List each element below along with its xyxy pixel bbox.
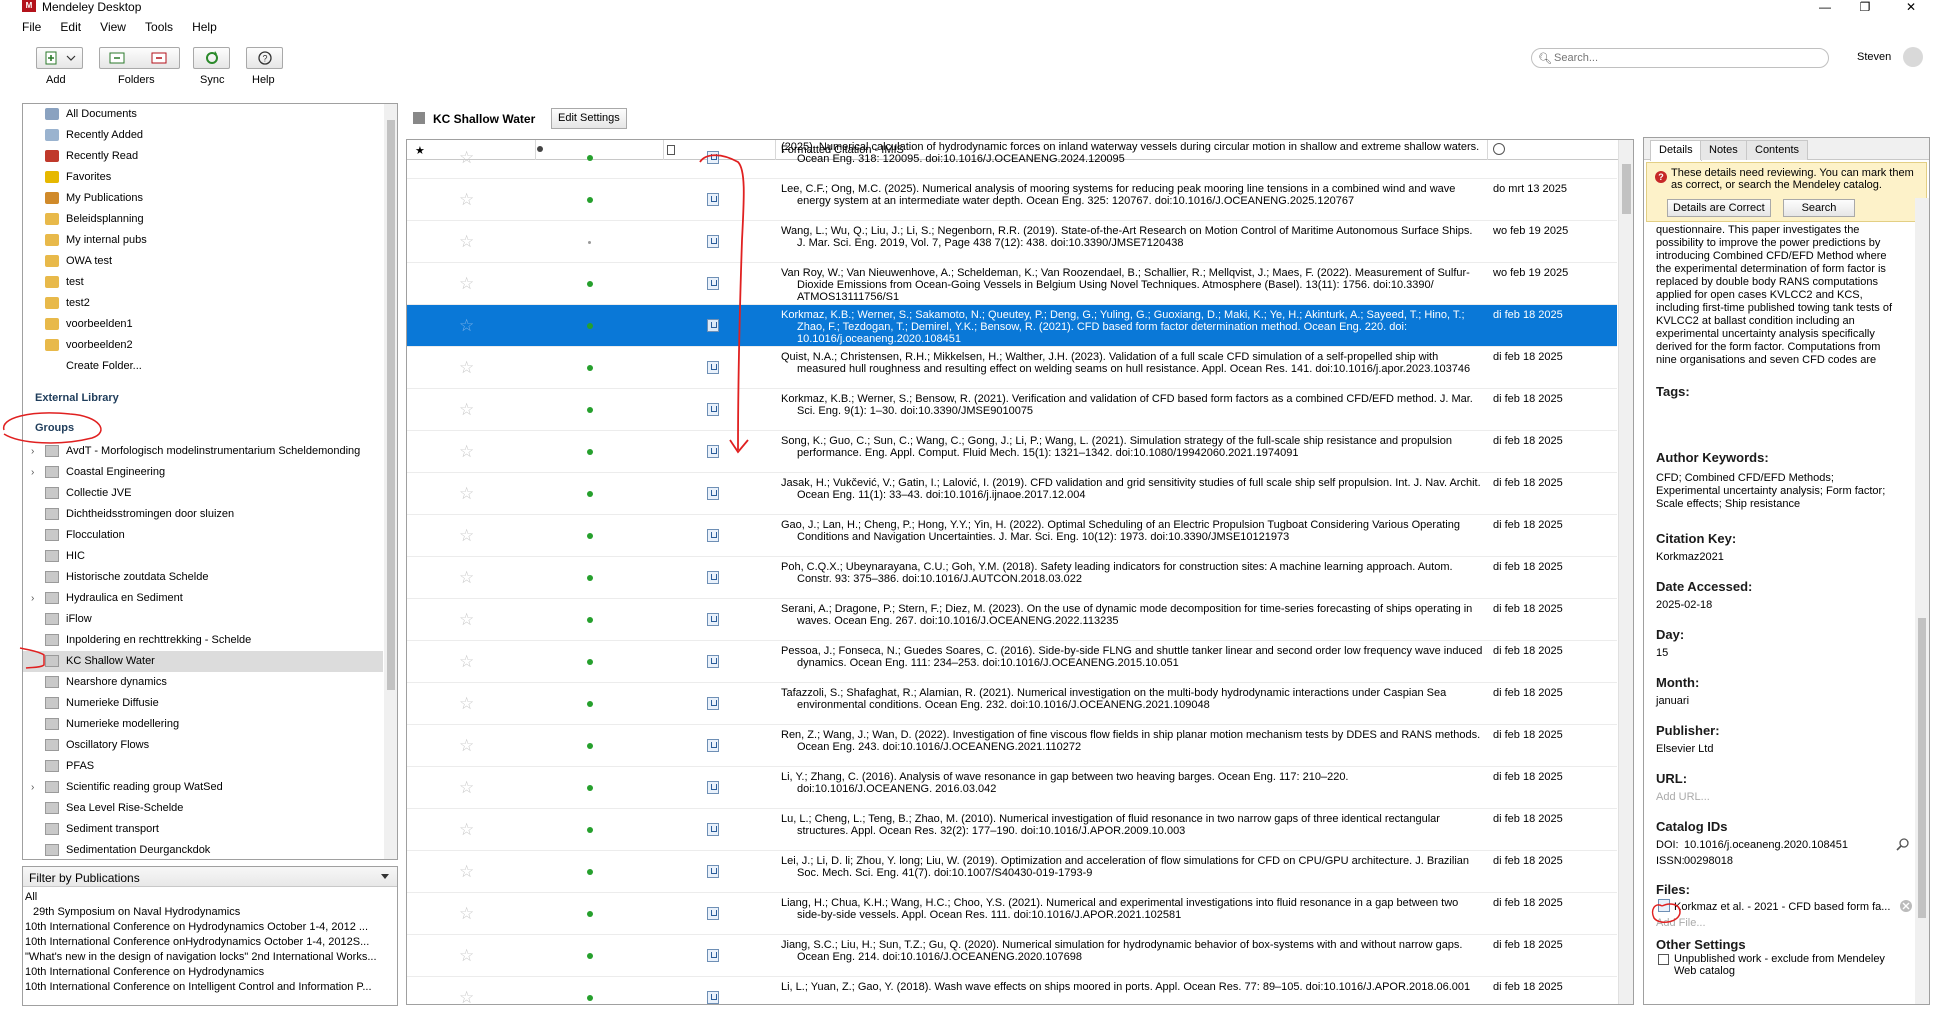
arrow-head-annotation (729, 439, 749, 454)
groups-circle-annotation (3, 412, 102, 444)
selected-group-mark-annotation (19, 647, 45, 669)
file-circle-annotation (1651, 903, 1681, 924)
red-annotation-overlay (3, 154, 1681, 924)
column-arrow-annotation (699, 154, 745, 451)
